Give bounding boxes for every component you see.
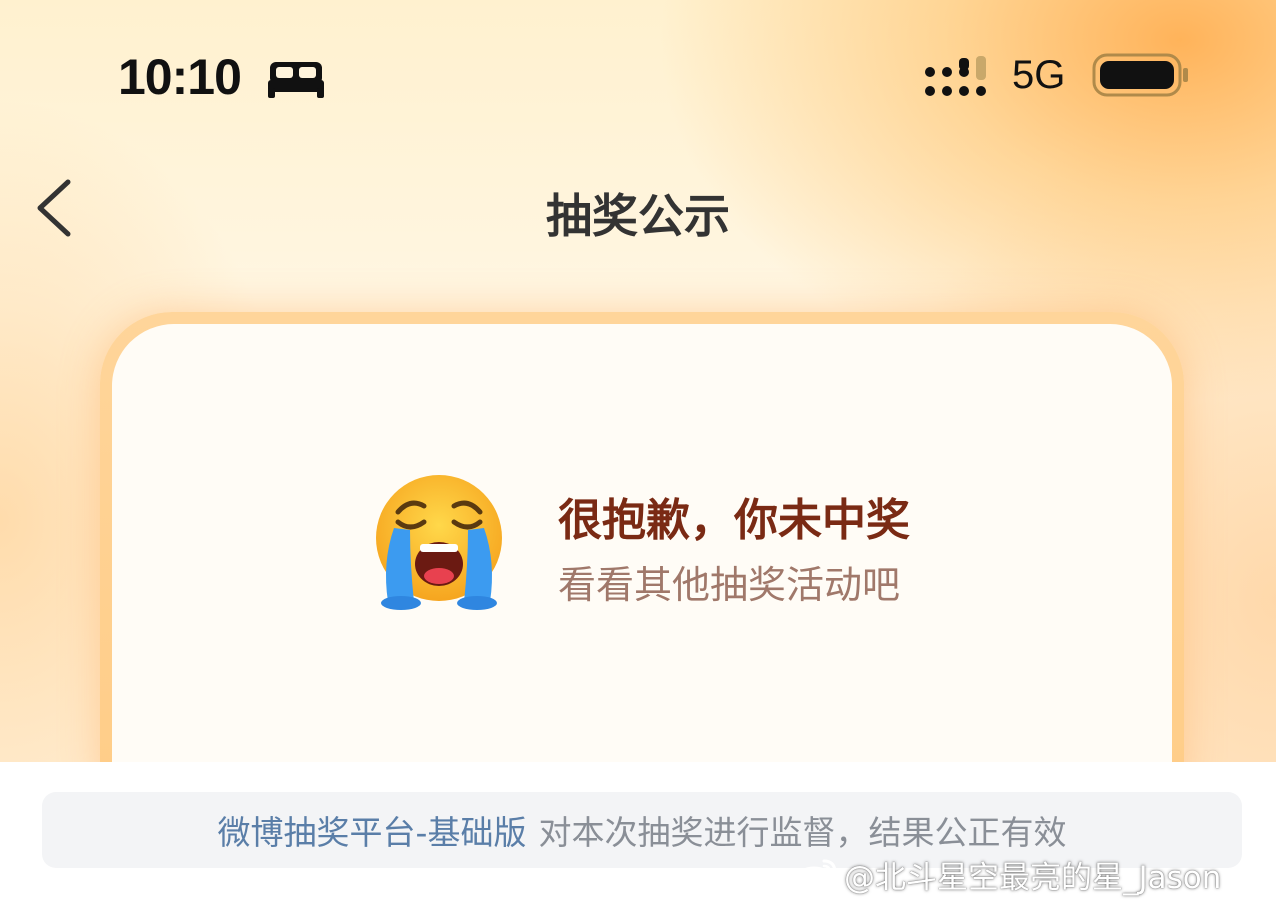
result-subtitle: 看看其他抽奖活动吧 — [558, 563, 901, 607]
signal-icon — [925, 56, 986, 96]
page-title: 抽奖公示 — [546, 189, 730, 243]
network-type: 5G — [1012, 53, 1066, 97]
notice-text: 对本次抽奖进行监督，结果公正有效 — [538, 813, 1067, 852]
bed-icon — [268, 62, 324, 98]
battery-icon — [1092, 53, 1188, 97]
watermark: @北斗星空最亮的星_Jason — [794, 852, 1270, 896]
platform-link[interactable]: 微博抽奖平台-基础版 — [218, 806, 527, 854]
loudly-crying-face-icon — [376, 475, 502, 610]
weibo-logo-icon — [795, 859, 837, 892]
watermark-text: @北斗星空最亮的星_Jason — [844, 859, 1222, 896]
result-title: 很抱歉，你未中奖 — [558, 495, 910, 546]
status-time: 10:10 — [118, 49, 242, 105]
